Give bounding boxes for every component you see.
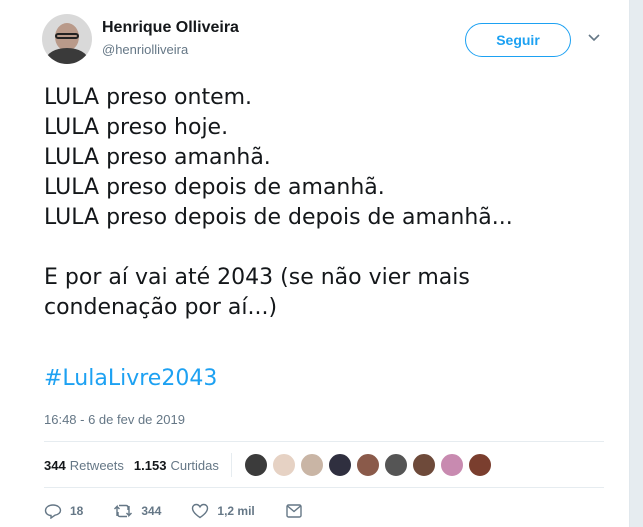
divider (44, 441, 604, 442)
message-button[interactable] (285, 503, 311, 519)
reply-icon (44, 504, 62, 519)
liker-avatar[interactable] (327, 453, 352, 477)
page-scroll-edge (629, 0, 643, 527)
retweet-button[interactable]: 344 (113, 503, 161, 519)
reply-button[interactable]: 18 (44, 503, 83, 519)
hashtag-link[interactable]: #LulaLivre2043 (44, 366, 217, 391)
tweet-text: LULA preso ontem. LULA preso hoje. LULA … (44, 85, 513, 320)
likes-label: Curtidas (170, 457, 219, 473)
reply-count: 18 (70, 504, 84, 518)
retweet-icon (114, 504, 133, 518)
retweet-count: 344 (141, 504, 162, 518)
liker-avatar[interactable] (439, 453, 464, 477)
author-handle[interactable]: @henriolliveira (102, 42, 188, 57)
follow-button[interactable]: Seguir (465, 23, 571, 57)
liker-avatars (243, 453, 496, 477)
retweets-stat[interactable]: 344 Retweets (44, 458, 124, 473)
tweet-stats: 344 Retweets 1.153 Curtidas (44, 450, 604, 480)
like-count: 1,2 mil (217, 504, 255, 518)
liker-avatar[interactable] (299, 453, 324, 477)
like-button[interactable]: 1,2 mil (191, 503, 255, 519)
retweets-count: 344 (44, 457, 66, 473)
liker-avatar[interactable] (383, 453, 408, 477)
tweet-timestamp[interactable]: 16:48 - 6 de fev de 2019 (44, 412, 185, 427)
author-name[interactable]: Henrique Olliveira (102, 19, 239, 37)
like-icon (192, 503, 209, 519)
avatar[interactable] (42, 14, 92, 64)
likes-count: 1.153 (133, 457, 167, 473)
liker-avatar[interactable] (243, 453, 268, 477)
chevron-down-icon[interactable] (586, 30, 602, 46)
liker-avatar[interactable] (411, 453, 436, 477)
tweet-actions: 18 344 1,2 mil (44, 500, 341, 522)
likes-stat[interactable]: 1.153 Curtidas (134, 458, 219, 473)
liker-avatar[interactable] (271, 453, 296, 477)
divider (44, 487, 604, 488)
liker-avatar[interactable] (467, 453, 492, 477)
message-icon (286, 504, 302, 518)
liker-avatar[interactable] (355, 453, 380, 477)
tweet-header: Henrique Olliveira @henriolliveira Segui… (42, 14, 602, 66)
stats-separator (230, 453, 232, 477)
retweets-label: Retweets (69, 457, 124, 473)
